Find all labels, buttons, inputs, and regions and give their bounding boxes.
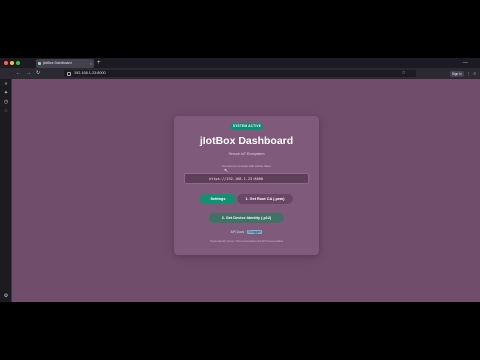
swagger-link[interactable]: Swagger xyxy=(246,230,263,234)
dashboard-card: SYSTEM ACTIVE jIotBox Dashboard Secure I… xyxy=(174,116,319,255)
browser-window: jiotBox Dashboard × + — ← → ↻ 192.168.1.… xyxy=(0,58,480,302)
tab-favicon-icon xyxy=(38,62,41,65)
page-title: jIotBox Dashboard xyxy=(199,135,294,147)
mouse-cursor-icon: ↖ xyxy=(224,168,229,174)
title-bar: jiotBox Dashboard × + — xyxy=(0,58,480,68)
address-bar[interactable]: 192.168.1.23:8000 ☆ xyxy=(64,70,416,77)
tab-close-icon[interactable]: × xyxy=(90,59,92,68)
site-info-icon[interactable] xyxy=(67,71,71,76)
sidebar-toggle-icon[interactable]: » xyxy=(3,81,9,87)
toolbar-right: Sign in ⋮ ≡ xyxy=(449,68,476,79)
tab-title: jiotBox Dashboard xyxy=(43,61,72,65)
reload-button[interactable]: ↻ xyxy=(36,68,40,79)
back-button[interactable]: ← xyxy=(16,68,21,79)
url-text[interactable]: 192.168.1.23:8000 xyxy=(74,70,106,77)
account-button[interactable]: Sign in xyxy=(449,70,464,77)
minimize-window-icon[interactable] xyxy=(10,61,14,65)
page-subtitle: Secure IoT Ecosystem xyxy=(228,152,265,156)
bookmark-star-icon[interactable]: ☆ xyxy=(402,70,406,77)
status-badge: SYSTEM ACTIVE xyxy=(231,123,263,130)
links-row: API Docs · Swagger xyxy=(174,230,319,234)
page-content: SYSTEM ACTIVE jIotBox Dashboard Secure I… xyxy=(12,79,480,302)
browser-sidebar: » ✦ ◷ ◌ ⚙ xyxy=(0,79,12,302)
bookmarks-icon[interactable]: ◌ xyxy=(3,108,9,114)
command-box[interactable]: https://192.168.1.23:8000 xyxy=(184,173,309,184)
browser-tab[interactable]: jiotBox Dashboard × xyxy=(36,59,94,68)
api-docs-link[interactable]: API Docs xyxy=(231,230,244,234)
forward-button[interactable]: → xyxy=(26,68,31,79)
get-device-identity-button[interactable]: 2. Get Device Identity (.p12) xyxy=(209,213,284,223)
extensions-icon[interactable]: ✦ xyxy=(3,90,9,96)
tab-list-icon[interactable]: — xyxy=(463,58,468,68)
new-tab-button[interactable]: + xyxy=(97,58,101,68)
extensions-icon[interactable]: ⋮ xyxy=(467,71,471,76)
close-window-icon[interactable] xyxy=(4,61,8,65)
link-separator: · xyxy=(244,230,246,234)
menu-icon[interactable]: ≡ xyxy=(474,71,476,76)
navigation-bar: ← → ↻ 192.168.1.23:8000 ☆ Sign in ⋮ ≡ xyxy=(0,68,480,79)
connect-hint: Connect to console with iotbox client xyxy=(222,164,271,168)
maximize-window-icon[interactable] xyxy=(16,61,20,65)
history-icon[interactable]: ◷ xyxy=(3,99,9,105)
footer-note: Device Identity: Secure TLS communicatio… xyxy=(210,240,283,243)
settings-gear-icon[interactable]: ⚙ xyxy=(3,293,9,299)
get-root-ca-button[interactable]: 1. Get Root CA (.pem) xyxy=(237,194,293,204)
settings-button[interactable]: Settings xyxy=(200,194,236,204)
